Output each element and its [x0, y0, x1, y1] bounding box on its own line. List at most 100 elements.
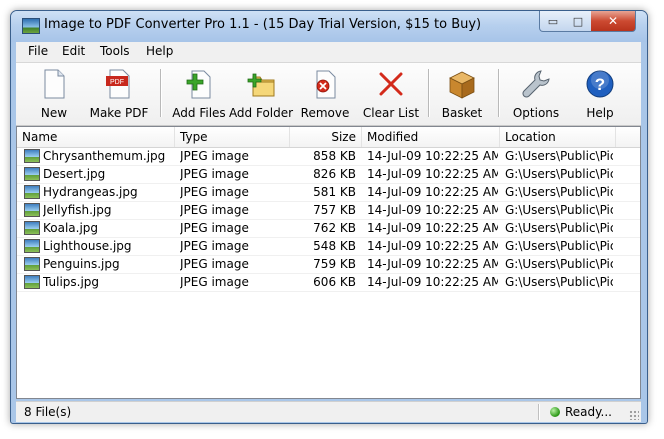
- cell-size: 759 KB: [313, 257, 356, 271]
- cell-name: Koala.jpg: [43, 221, 99, 235]
- maximize-icon: □: [572, 14, 584, 28]
- app-icon[interactable]: [22, 18, 40, 34]
- table-row[interactable]: Tulips.jpg JPEG image 606 KB 14-Jul-09 1…: [17, 274, 640, 292]
- cell-name: Tulips.jpg: [43, 275, 100, 289]
- file-list[interactable]: Name Type Size Modified Location Chrysan…: [16, 126, 641, 399]
- cell-modified: 14-Jul-09 10:22:25 AM: [367, 239, 498, 253]
- cell-modified: 14-Jul-09 10:22:25 AM: [367, 275, 498, 289]
- toolbar-separator: [160, 69, 161, 117]
- table-row[interactable]: Lighthouse.jpg JPEG image 548 KB 14-Jul-…: [17, 238, 640, 256]
- image-file-icon: [24, 239, 40, 253]
- table-row[interactable]: Hydrangeas.jpg JPEG image 581 KB 14-Jul-…: [17, 184, 640, 202]
- cell-location: G:\Users\Public\Pic...: [505, 239, 613, 253]
- cell-modified: 14-Jul-09 10:22:25 AM: [367, 149, 498, 163]
- cell-size: 826 KB: [313, 167, 356, 181]
- resize-grip[interactable]: [629, 410, 639, 420]
- image-file-icon: [24, 275, 40, 289]
- make-pdf-button[interactable]: PDF Make PDF: [89, 63, 149, 125]
- menu-tools[interactable]: Tools: [100, 44, 130, 58]
- cell-size: 581 KB: [313, 185, 356, 199]
- cell-name: Desert.jpg: [43, 167, 106, 181]
- image-file-icon: [24, 221, 40, 235]
- cell-name: Penguins.jpg: [43, 257, 120, 271]
- column-header-size[interactable]: Size: [290, 127, 362, 147]
- remove-file-icon: [316, 70, 336, 99]
- cell-location: G:\Users\Public\Pic...: [505, 149, 613, 163]
- ready-light-icon: [550, 407, 560, 417]
- menu-bar: File Edit Tools Help: [16, 42, 641, 63]
- toolbar-separator: [428, 69, 429, 117]
- box-icon: [449, 71, 475, 99]
- cell-name: Jellyfish.jpg: [43, 203, 112, 217]
- image-file-icon: [24, 185, 40, 199]
- clear-list-button[interactable]: Clear List: [362, 63, 420, 125]
- help-button[interactable]: ? Help: [580, 63, 620, 125]
- pdf-badge-text: PDF: [110, 79, 124, 86]
- ready-status: Ready...: [565, 405, 612, 419]
- maximize-button[interactable]: □: [565, 11, 592, 32]
- add-files-button[interactable]: Add Files: [171, 63, 227, 125]
- add-folder-button[interactable]: Add Folder: [228, 63, 294, 125]
- image-file-icon: [24, 167, 40, 181]
- cell-modified: 14-Jul-09 10:22:25 AM: [367, 221, 498, 235]
- image-file-icon: [24, 149, 40, 163]
- remove-button[interactable]: Remove: [300, 63, 350, 125]
- table-row[interactable]: Penguins.jpg JPEG image 759 KB 14-Jul-09…: [17, 256, 640, 274]
- cell-type: JPEG image: [180, 221, 249, 235]
- app-window: Image to PDF Converter Pro 1.1 - (15 Day…: [10, 10, 648, 424]
- cell-size: 762 KB: [313, 221, 356, 235]
- help-question-icon: ?: [586, 70, 614, 98]
- cell-type: JPEG image: [180, 239, 249, 253]
- cell-name: Lighthouse.jpg: [43, 239, 132, 253]
- window-title: Image to PDF Converter Pro 1.1 - (15 Day…: [44, 17, 482, 32]
- list-rows: Chrysanthemum.jpg JPEG image 858 KB 14-J…: [17, 148, 640, 292]
- column-header-modified[interactable]: Modified: [362, 127, 500, 147]
- table-row[interactable]: Desert.jpg JPEG image 826 KB 14-Jul-09 1…: [17, 166, 640, 184]
- file-count-status: 8 File(s): [24, 405, 72, 419]
- remove-label: Remove: [300, 106, 350, 120]
- list-header: Name Type Size Modified Location: [17, 127, 640, 148]
- image-file-icon: [24, 203, 40, 217]
- cell-modified: 14-Jul-09 10:22:25 AM: [367, 257, 498, 271]
- cell-location: G:\Users\Public\Pic...: [505, 167, 613, 181]
- cell-type: JPEG image: [180, 185, 249, 199]
- cell-type: JPEG image: [180, 203, 249, 217]
- cell-size: 757 KB: [313, 203, 356, 217]
- column-header-location[interactable]: Location: [500, 127, 616, 147]
- cell-size: 606 KB: [313, 275, 356, 289]
- column-header-name[interactable]: Name: [17, 127, 175, 147]
- cell-location: G:\Users\Public\Pic...: [505, 275, 613, 289]
- title-bar[interactable]: Image to PDF Converter Pro 1.1 - (15 Day…: [11, 11, 647, 42]
- cell-type: JPEG image: [180, 275, 249, 289]
- cell-modified: 14-Jul-09 10:22:25 AM: [367, 203, 498, 217]
- cell-location: G:\Users\Public\Pic...: [505, 185, 613, 199]
- table-row[interactable]: Chrysanthemum.jpg JPEG image 858 KB 14-J…: [17, 148, 640, 166]
- close-button[interactable]: ✕: [591, 11, 636, 32]
- close-icon: ✕: [607, 14, 619, 28]
- status-bar: 8 File(s) Ready...: [16, 401, 641, 422]
- options-button[interactable]: Options: [510, 63, 562, 125]
- menu-edit[interactable]: Edit: [62, 44, 85, 58]
- wrench-icon: [522, 70, 550, 98]
- menu-file[interactable]: File: [28, 44, 48, 58]
- cell-location: G:\Users\Public\Pic...: [505, 221, 613, 235]
- pdf-document-icon: PDF: [106, 69, 130, 99]
- cell-type: JPEG image: [180, 167, 249, 181]
- add-files-label: Add Files: [172, 106, 226, 120]
- cell-type: JPEG image: [180, 257, 249, 271]
- new-document-icon: [44, 69, 65, 99]
- menu-help[interactable]: Help: [146, 44, 173, 58]
- basket-label: Basket: [441, 106, 483, 120]
- cell-name: Hydrangeas.jpg: [43, 185, 138, 199]
- clear-list-label: Clear List: [362, 106, 420, 120]
- new-button[interactable]: New: [32, 63, 76, 125]
- add-folder-label: Add Folder: [228, 106, 294, 120]
- cell-location: G:\Users\Public\Pic...: [505, 257, 613, 271]
- cell-name: Chrysanthemum.jpg: [43, 149, 166, 163]
- table-row[interactable]: Koala.jpg JPEG image 762 KB 14-Jul-09 10…: [17, 220, 640, 238]
- table-row[interactable]: Jellyfish.jpg JPEG image 757 KB 14-Jul-0…: [17, 202, 640, 220]
- minimize-button[interactable]: ▭: [539, 11, 567, 32]
- column-header-type[interactable]: Type: [175, 127, 290, 147]
- basket-button[interactable]: Basket: [439, 63, 485, 125]
- add-folder-icon: [247, 73, 275, 97]
